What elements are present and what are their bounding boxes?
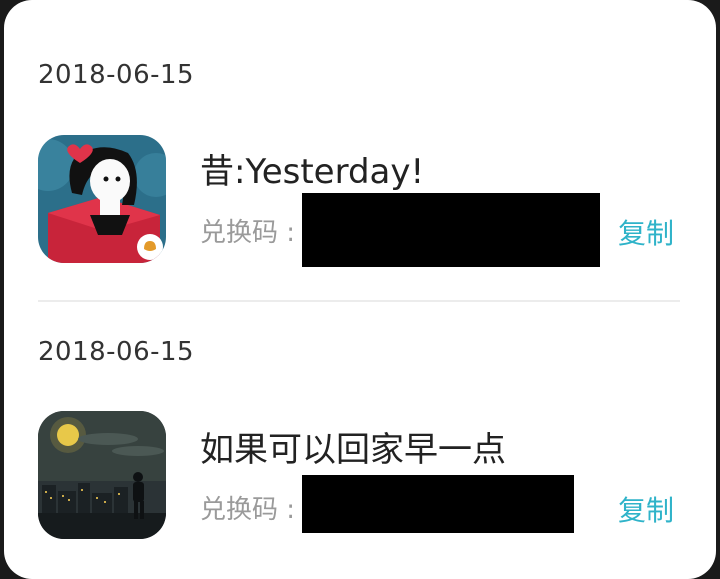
copy-button[interactable]: 复制 — [618, 212, 674, 252]
gift-code-list: 2018-06-15 昔:Yesterday! 兑换码: 复制 2018-06… — [4, 0, 716, 579]
redeem-code-label: 兑换码 : — [200, 495, 296, 525]
redeem-code-value — [302, 193, 600, 267]
copy-button[interactable]: 复制 — [618, 489, 674, 529]
redeem-code-label: 兑换码 : — [200, 218, 296, 248]
yesterday-game-icon[interactable] — [38, 135, 166, 263]
game-title: 昔:Yesterday! — [200, 152, 425, 192]
redeem-code-value — [302, 475, 574, 533]
gift-date: 2018-06-15 — [38, 60, 195, 90]
home-early-game-icon[interactable] — [38, 411, 166, 539]
divider — [38, 300, 680, 302]
gift-date: 2018-06-15 — [38, 337, 195, 367]
game-title: 如果可以回家早一点 — [200, 430, 506, 470]
